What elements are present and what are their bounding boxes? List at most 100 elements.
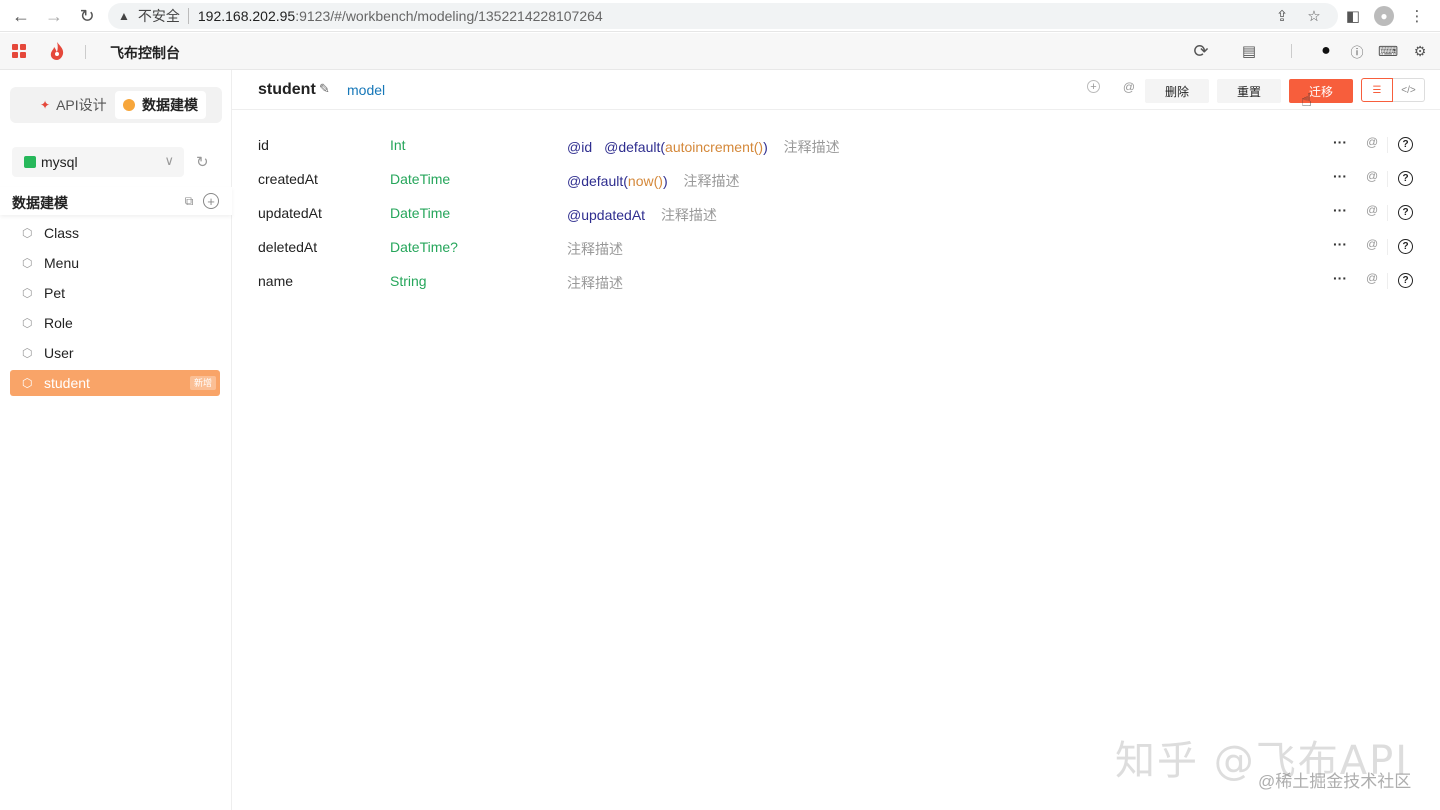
field-type[interactable]: DateTime xyxy=(390,205,450,221)
more-options-icon[interactable]: ··· xyxy=(1333,134,1347,150)
sidebar: ✦ API设计 数据建模 mysql ∨ ↻ 数据建模 ⧉ + ⬡ Class … xyxy=(0,70,232,810)
new-badge: 新增 xyxy=(189,376,216,390)
model-item-student[interactable]: ⬡ student 新增 xyxy=(10,370,220,396)
forward-button[interactable]: → xyxy=(41,3,67,29)
model-item-menu[interactable]: ⬡ Menu xyxy=(10,250,220,276)
add-field-icon[interactable]: + xyxy=(1087,80,1100,93)
field-attributes[interactable]: @default(now()) 注释描述 xyxy=(567,171,740,191)
warning-icon: ▲ xyxy=(118,9,130,23)
help-circle-icon[interactable]: ? xyxy=(1398,205,1413,220)
reload-button[interactable]: ↻ xyxy=(74,3,100,29)
model-item-user[interactable]: ⬡ User xyxy=(10,340,220,366)
model-item-role[interactable]: ⬡ Role xyxy=(10,310,220,336)
cube-icon: ⬡ xyxy=(22,286,33,300)
more-options-icon[interactable]: ··· xyxy=(1333,270,1347,286)
address-bar[interactable]: ▲ 不安全 192.168.202.95:9123/#/workbench/mo… xyxy=(108,3,1338,29)
more-options-icon[interactable]: ··· xyxy=(1333,202,1347,218)
field-attribute-close: ) xyxy=(662,173,668,189)
field-list: id Int @id @default(autoincrement()) 注释描述… xyxy=(232,128,1440,298)
mysql-icon xyxy=(24,156,36,168)
at-attribute-icon[interactable]: @ xyxy=(1366,271,1378,285)
field-type[interactable]: DateTime xyxy=(390,171,450,187)
model-item-class[interactable]: ⬡ Class xyxy=(10,220,220,246)
tab-data-modeling[interactable]: 数据建模 xyxy=(115,91,206,119)
field-attributes[interactable]: @id @default(autoincrement()) 注释描述 xyxy=(567,137,840,157)
url-path: :9123/#/workbench/modeling/1352214228107… xyxy=(295,8,603,24)
sync-icon[interactable]: ⟳ xyxy=(1191,41,1211,61)
model-section-header: 数据建模 ⧉ + xyxy=(0,187,232,215)
refresh-icon[interactable]: ↻ xyxy=(196,153,209,171)
insecure-label: 不安全 xyxy=(137,8,180,24)
help-icon[interactable]: ⓘ xyxy=(1347,41,1367,61)
row-divider xyxy=(1387,273,1388,289)
help-circle-icon[interactable]: ? xyxy=(1398,171,1413,186)
github-icon[interactable]: ● xyxy=(1316,41,1336,61)
side-panel-icon[interactable]: ◧ xyxy=(1343,6,1363,26)
edit-icon[interactable]: ✎ xyxy=(319,81,330,97)
delete-button[interactable]: 删除 xyxy=(1145,79,1209,103)
field-comment: 注释描述 xyxy=(567,275,623,291)
tab-api-design[interactable]: ✦ API设计 xyxy=(32,91,115,119)
migrate-button[interactable]: 迁移 xyxy=(1289,79,1353,103)
help-circle-icon[interactable]: ? xyxy=(1398,239,1413,254)
field-attribute: @updatedAt xyxy=(567,207,646,223)
field-comment: 注释描述 xyxy=(683,173,740,189)
view-toggle: ☰ </> xyxy=(1361,78,1425,102)
chevron-down-icon: ∨ xyxy=(164,153,174,168)
field-type[interactable]: String xyxy=(390,273,427,289)
model-list: ⬡ Class ⬡ Menu ⬡ Pet ⬡ Role ⬡ User ⬡ stu… xyxy=(10,220,220,400)
browser-menu-icon[interactable]: ⋮ xyxy=(1407,6,1427,26)
tab-api-design-label: API设计 xyxy=(56,97,107,113)
field-attributes[interactable]: 注释描述 xyxy=(567,273,623,293)
field-name[interactable]: name xyxy=(258,273,293,289)
field-name[interactable]: updatedAt xyxy=(258,205,322,221)
cube-icon: ⬡ xyxy=(22,376,33,390)
settings-gear-icon[interactable]: ⚙ xyxy=(1410,41,1430,61)
cube-icon: ⬡ xyxy=(22,346,33,360)
terminal-window-icon[interactable]: ▤ xyxy=(1239,41,1259,61)
help-circle-icon[interactable]: ? xyxy=(1398,137,1413,152)
field-name[interactable]: id xyxy=(258,137,269,153)
at-attribute-icon[interactable]: @ xyxy=(1366,237,1378,251)
field-attributes[interactable]: @updatedAt 注释描述 xyxy=(567,205,717,225)
more-options-icon[interactable]: ··· xyxy=(1333,168,1347,184)
field-name[interactable]: createdAt xyxy=(258,171,318,187)
list-view-icon[interactable]: ☰ xyxy=(1361,78,1393,102)
keyboard-icon[interactable]: ⌨ xyxy=(1378,41,1398,61)
field-type[interactable]: DateTime? xyxy=(390,239,458,255)
code-view-icon[interactable]: </> xyxy=(1393,78,1425,102)
back-button[interactable]: ← xyxy=(8,3,34,29)
share-icon[interactable]: ⇪ xyxy=(1272,6,1292,26)
field-type[interactable]: Int xyxy=(390,137,406,153)
at-attribute-icon[interactable]: @ xyxy=(1121,79,1137,95)
field-attribute: @default( xyxy=(567,173,628,189)
bookmark-star-icon[interactable]: ☆ xyxy=(1304,6,1324,26)
field-name[interactable]: deletedAt xyxy=(258,239,317,255)
field-attributes[interactable]: 注释描述 xyxy=(567,239,623,259)
section-title: 数据建模 xyxy=(12,195,68,211)
field-row: createdAt DateTime @default(now()) 注释描述 … xyxy=(232,162,1440,196)
database-icon xyxy=(123,99,135,111)
at-attribute-icon[interactable]: @ xyxy=(1366,135,1378,149)
more-options-icon[interactable]: ··· xyxy=(1333,236,1347,252)
reset-button[interactable]: 重置 xyxy=(1217,79,1281,103)
import-icon[interactable]: ⧉ xyxy=(181,193,197,209)
model-item-label: User xyxy=(44,345,74,361)
datasource-select[interactable]: mysql ∨ xyxy=(12,147,184,177)
cube-icon: ⬡ xyxy=(22,226,33,240)
api-icon: ✦ xyxy=(40,98,51,112)
field-comment: 注释描述 xyxy=(660,207,717,223)
at-attribute-icon[interactable]: @ xyxy=(1366,169,1378,183)
at-attribute-icon[interactable]: @ xyxy=(1366,203,1378,217)
model-name: student xyxy=(258,81,316,98)
profile-avatar-icon[interactable]: ● xyxy=(1374,6,1394,26)
model-item-pet[interactable]: ⬡ Pet xyxy=(10,280,220,306)
add-model-icon[interactable]: + xyxy=(203,193,219,209)
app-grid-icon[interactable] xyxy=(12,44,26,58)
field-comment: 注释描述 xyxy=(783,139,840,155)
model-kind: model xyxy=(347,82,386,98)
model-item-label: student xyxy=(44,375,90,391)
datasource-value: mysql xyxy=(41,154,78,170)
field-attribute-arg: now() xyxy=(627,173,663,189)
help-circle-icon[interactable]: ? xyxy=(1398,273,1413,288)
